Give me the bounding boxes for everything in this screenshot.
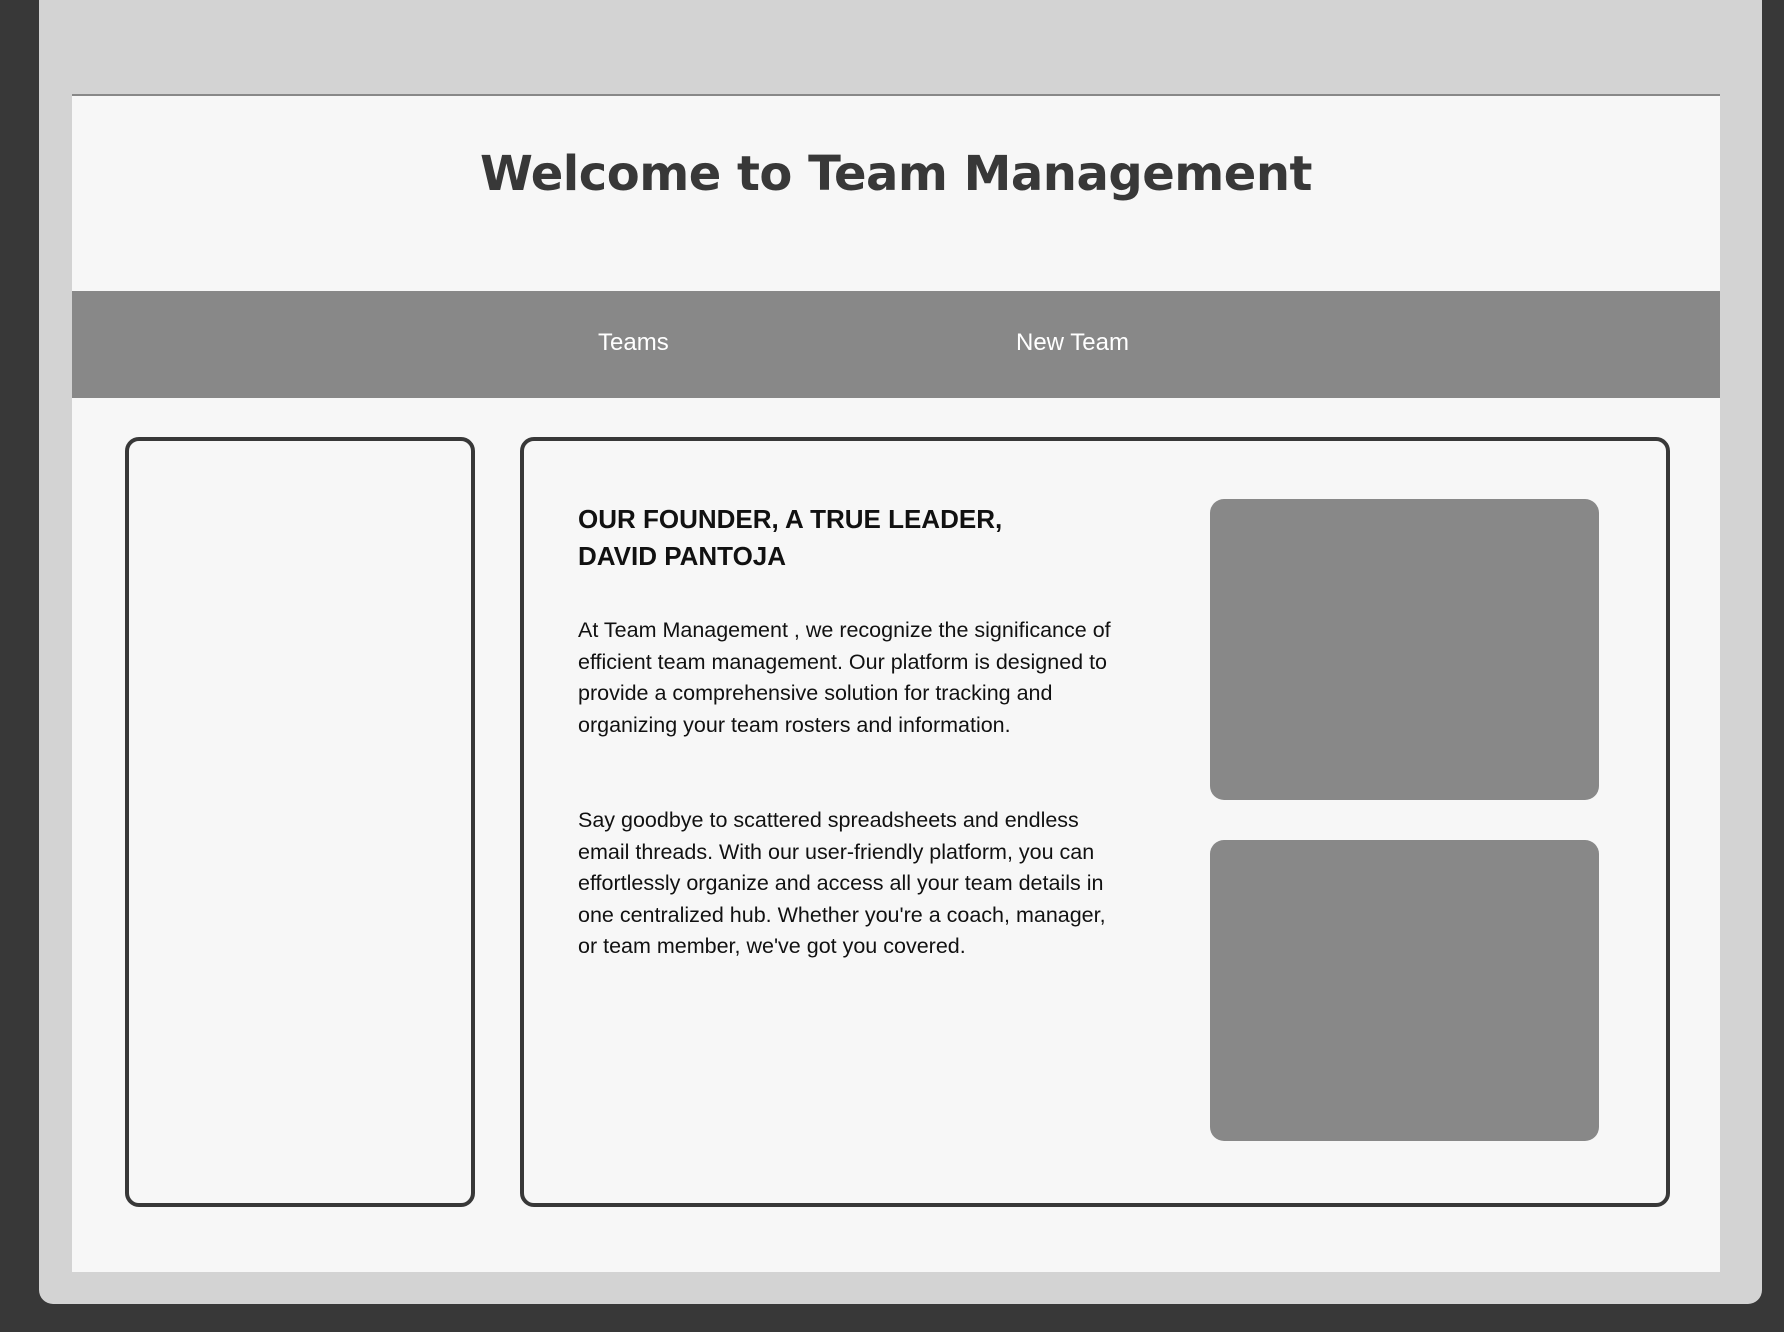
intro-paragraph-2: Say goodbye to scattered spreadsheets an… <box>578 808 1106 958</box>
image-placeholder-1 <box>1210 499 1599 800</box>
founder-heading-line2: DAVID PANTOJA <box>578 541 787 571</box>
content-panel: OUR FOUNDER, A TRUE LEADER, DAVID PANTOJ… <box>520 437 1670 1207</box>
nav-link-teams[interactable]: Teams <box>598 329 669 357</box>
page-header: Welcome to Team Management <box>72 96 1720 291</box>
intro-paragraph-1: At Team Management , we recognize the si… <box>578 618 1111 737</box>
sidebar-panel <box>125 437 475 1207</box>
founder-heading: OUR FOUNDER, A TRUE LEADER, DAVID PANTOJ… <box>578 501 1038 575</box>
browser-window-frame: Welcome to Team Management Teams New Tea… <box>39 0 1762 1304</box>
page-title: Welcome to Team Management <box>480 146 1312 202</box>
image-placeholder-2 <box>1210 840 1599 1141</box>
nav-bar: Teams New Team <box>72 291 1720 398</box>
founder-heading-line1: OUR FOUNDER, A TRUE LEADER, <box>578 504 1003 534</box>
nav-link-new-team[interactable]: New Team <box>1016 329 1129 357</box>
page-content: Welcome to Team Management Teams New Tea… <box>72 94 1720 1272</box>
